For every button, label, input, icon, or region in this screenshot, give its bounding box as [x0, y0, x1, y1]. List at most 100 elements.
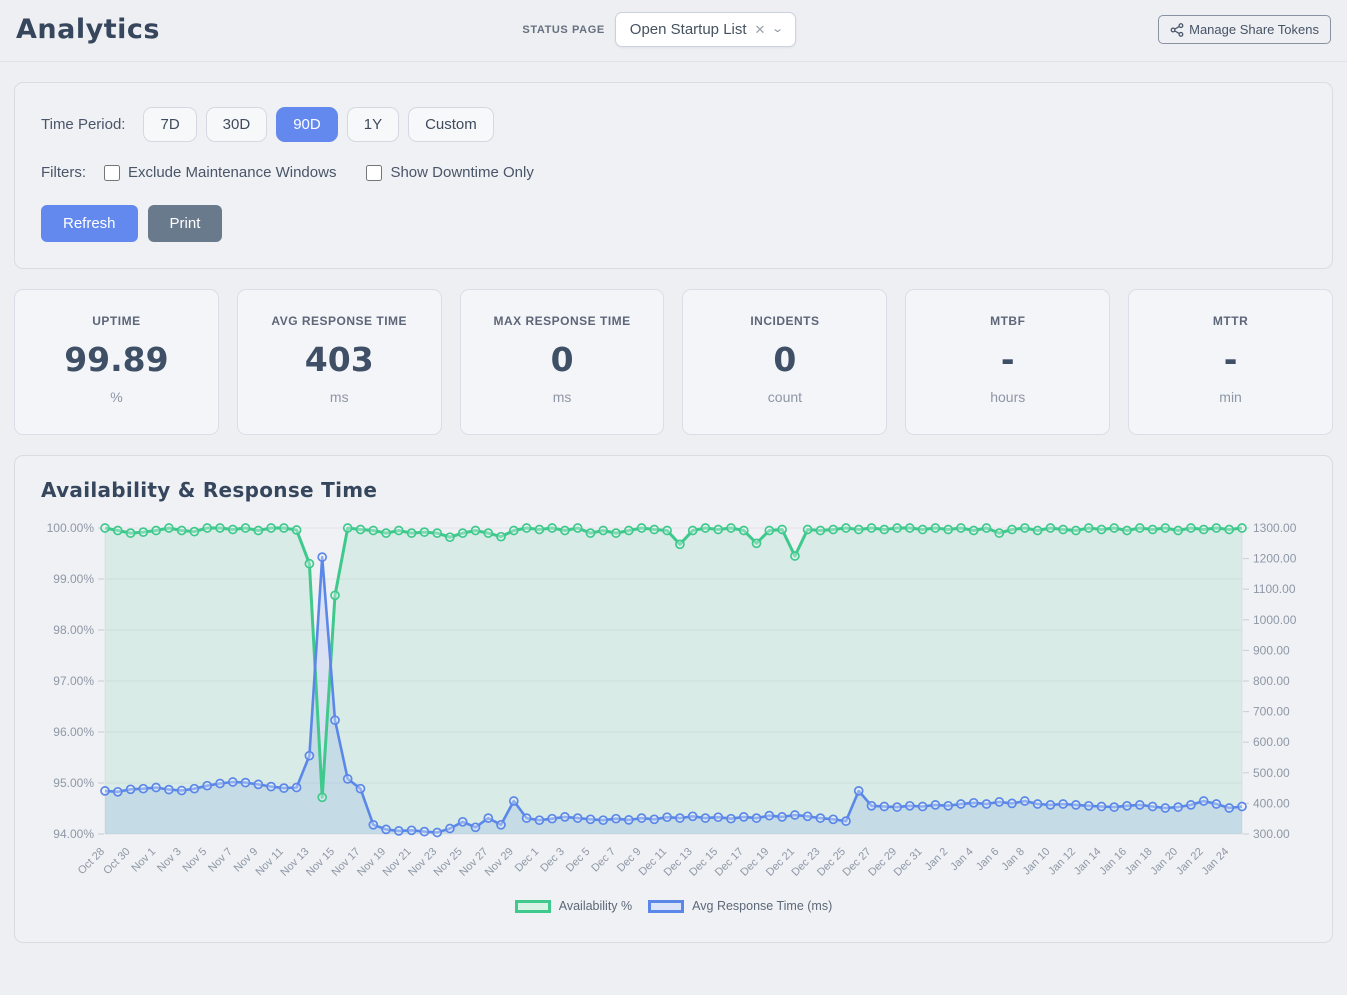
svg-text:Jan 22: Jan 22 — [1174, 846, 1206, 878]
svg-text:700.00: 700.00 — [1253, 705, 1290, 719]
svg-text:600.00: 600.00 — [1253, 735, 1290, 749]
stat-label: MTBF — [916, 314, 1099, 328]
svg-text:Nov 29: Nov 29 — [483, 846, 516, 879]
svg-text:Nov 1: Nov 1 — [129, 846, 158, 875]
exclude-maintenance-checkbox-input[interactable] — [104, 165, 120, 181]
stat-unit: ms — [248, 389, 431, 405]
time-period-label: Time Period: — [41, 116, 125, 133]
svg-text:99.00%: 99.00% — [53, 572, 94, 586]
svg-text:95.00%: 95.00% — [53, 776, 94, 790]
filter-panel: Time Period: 7D 30D 90D 1Y Custom Filter… — [14, 82, 1333, 269]
svg-text:Nov 7: Nov 7 — [206, 846, 235, 875]
svg-text:Dec 3: Dec 3 — [538, 846, 567, 875]
legend-item-availability[interactable]: Availability % — [515, 899, 632, 913]
period-button-30d[interactable]: 30D — [206, 107, 268, 142]
status-page-label: STATUS PAGE — [522, 24, 604, 36]
svg-text:1100.00: 1100.00 — [1253, 582, 1296, 596]
exclude-maintenance-label: Exclude Maintenance Windows — [128, 164, 336, 181]
exclude-maintenance-checkbox[interactable]: Exclude Maintenance Windows — [104, 164, 336, 181]
period-button-90d[interactable]: 90D — [276, 107, 338, 142]
svg-text:Oct 28: Oct 28 — [76, 846, 107, 877]
stat-card-incidents: INCIDENTS 0 count — [682, 289, 887, 435]
time-period-row: Time Period: 7D 30D 90D 1Y Custom — [41, 107, 1306, 142]
status-page-selected-value: Open Startup List — [630, 21, 747, 38]
clear-selection-icon[interactable]: ✕ — [755, 23, 766, 36]
svg-text:Nov 3: Nov 3 — [155, 846, 184, 875]
legend-label: Avg Response Time (ms) — [692, 899, 832, 913]
stat-value: - — [916, 340, 1099, 379]
stat-value: 0 — [471, 340, 654, 379]
svg-text:96.00%: 96.00% — [53, 725, 94, 739]
status-page-select[interactable]: Open Startup List ✕ ⌄ — [615, 12, 796, 47]
chart-panel: Availability & Response Time 100.00% 99.0… — [14, 455, 1333, 943]
svg-text:1200.00: 1200.00 — [1253, 552, 1297, 566]
show-downtime-checkbox[interactable]: Show Downtime Only — [366, 164, 533, 181]
svg-text:400.00: 400.00 — [1253, 796, 1290, 810]
svg-text:Jan 12: Jan 12 — [1046, 846, 1078, 878]
manage-share-tokens-button[interactable]: Manage Share Tokens — [1158, 15, 1331, 44]
stat-label: MTTR — [1139, 314, 1322, 328]
svg-text:Jan 24: Jan 24 — [1199, 846, 1231, 878]
svg-text:900.00: 900.00 — [1253, 643, 1290, 657]
svg-text:Jan 20: Jan 20 — [1148, 846, 1180, 878]
stat-value: 0 — [693, 340, 876, 379]
svg-text:Jan 2: Jan 2 — [923, 846, 951, 874]
chevron-down-icon: ⌄ — [772, 24, 785, 35]
svg-text:Oct 30: Oct 30 — [101, 846, 132, 877]
svg-text:Jan 18: Jan 18 — [1123, 846, 1155, 878]
stat-label: MAX RESPONSE TIME — [471, 314, 654, 328]
svg-text:500.00: 500.00 — [1253, 766, 1290, 780]
svg-text:Jan 14: Jan 14 — [1072, 846, 1104, 878]
svg-text:Jan 10: Jan 10 — [1021, 846, 1053, 878]
stat-unit: % — [25, 389, 208, 405]
svg-text:1300.00: 1300.00 — [1253, 521, 1297, 535]
availability-response-chart: 100.00%99.00%98.00%97.00%96.00%95.00%94.… — [41, 514, 1304, 897]
legend-label: Availability % — [559, 899, 632, 913]
legend-item-response-time[interactable]: Avg Response Time (ms) — [648, 899, 832, 913]
availability-swatch-icon — [515, 900, 551, 913]
stat-unit: ms — [471, 389, 654, 405]
stat-unit: min — [1139, 389, 1322, 405]
stat-label: INCIDENTS — [693, 314, 876, 328]
stat-card-avg-response-time: AVG RESPONSE TIME 403 ms — [237, 289, 442, 435]
stat-label: UPTIME — [25, 314, 208, 328]
svg-text:Dec 7: Dec 7 — [589, 846, 618, 875]
period-button-1y[interactable]: 1Y — [347, 107, 399, 142]
svg-text:300.00: 300.00 — [1253, 827, 1290, 841]
svg-text:98.00%: 98.00% — [53, 623, 94, 637]
status-page-selector: STATUS PAGE Open Startup List ✕ ⌄ — [522, 12, 795, 47]
svg-text:Dec 31: Dec 31 — [892, 846, 925, 879]
svg-text:100.00%: 100.00% — [47, 521, 95, 535]
stat-card-mttr: MTTR - min — [1128, 289, 1333, 435]
show-downtime-label: Show Downtime Only — [390, 164, 533, 181]
response-time-swatch-icon — [648, 900, 684, 913]
stat-card-uptime: UPTIME 99.89 % — [14, 289, 219, 435]
svg-text:1000.00: 1000.00 — [1253, 613, 1297, 627]
svg-text:800.00: 800.00 — [1253, 674, 1290, 688]
stats-row: UPTIME 99.89 % AVG RESPONSE TIME 403 ms … — [14, 289, 1333, 435]
svg-text:Jan 16: Jan 16 — [1097, 846, 1129, 878]
refresh-button[interactable]: Refresh — [41, 205, 138, 242]
show-downtime-checkbox-input[interactable] — [366, 165, 382, 181]
period-button-7d[interactable]: 7D — [143, 107, 196, 142]
filter-actions-row: Refresh Print — [41, 205, 1306, 242]
filters-label: Filters: — [41, 164, 86, 181]
stat-value: 403 — [248, 340, 431, 379]
stat-value: 99.89 — [25, 340, 208, 379]
time-period-button-group: 7D 30D 90D 1Y Custom — [143, 107, 493, 142]
print-button[interactable]: Print — [148, 205, 223, 242]
svg-text:97.00%: 97.00% — [53, 674, 94, 688]
chart-legend: Availability % Avg Response Time (ms) — [41, 899, 1306, 913]
svg-text:Jan 4: Jan 4 — [948, 846, 976, 874]
manage-share-tokens-label: Manage Share Tokens — [1189, 22, 1319, 37]
share-icon — [1170, 23, 1184, 37]
filters-row: Filters: Exclude Maintenance Windows Sho… — [41, 164, 1306, 181]
svg-text:Nov 5: Nov 5 — [181, 846, 210, 875]
stat-card-mtbf: MTBF - hours — [905, 289, 1110, 435]
svg-text:Dec 5: Dec 5 — [564, 846, 593, 875]
stat-unit: count — [693, 389, 876, 405]
svg-text:Jan 6: Jan 6 — [974, 846, 1002, 874]
period-button-custom[interactable]: Custom — [408, 107, 494, 142]
chart-title: Availability & Response Time — [41, 478, 1306, 502]
stat-label: AVG RESPONSE TIME — [248, 314, 431, 328]
